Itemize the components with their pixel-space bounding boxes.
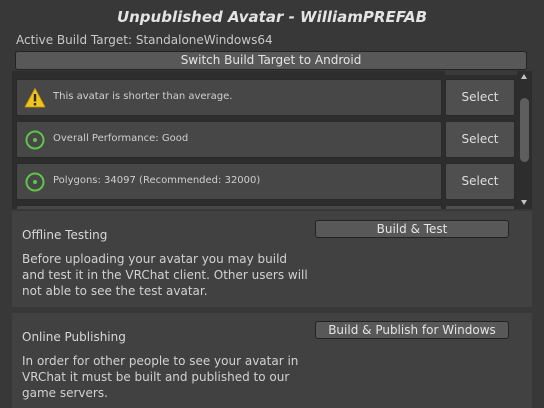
validation-message: Polygons: 34097 (Recommended: 32000): [53, 175, 261, 186]
validation-message: This avatar is shorter than average.: [53, 91, 233, 102]
select-button[interactable]: Select: [445, 163, 515, 200]
scroll-up-icon[interactable]: [521, 74, 527, 79]
select-button-partial[interactable]: [445, 205, 515, 209]
online-publishing-title: Online Publishing: [22, 330, 126, 344]
warning-icon: [24, 88, 46, 108]
select-button[interactable]: Select: [445, 121, 515, 158]
build-and-publish-button[interactable]: Build & Publish for Windows: [315, 321, 509, 339]
active-build-target: Active Build Target: StandaloneWindows64: [16, 33, 273, 47]
switch-build-target-button[interactable]: Switch Build Target to Android: [15, 51, 527, 70]
online-publishing-section: Online Publishing In order for other peo…: [12, 313, 532, 408]
select-button[interactable]: Select: [445, 79, 515, 116]
scrollbar[interactable]: [517, 71, 532, 209]
validation-row-performance: Overall Performance: Good: [16, 121, 442, 158]
offline-testing-section: Offline Testing Before uploading your av…: [12, 211, 532, 307]
scroll-thumb[interactable]: [520, 98, 529, 162]
scroll-down-icon[interactable]: [521, 200, 527, 205]
performance-good-icon: [25, 130, 45, 150]
offline-testing-description: Before uploading your avatar you may bui…: [22, 252, 308, 298]
performance-good-icon: [25, 172, 45, 192]
validation-row-polygons: Polygons: 34097 (Recommended: 32000): [16, 163, 442, 200]
validation-row-height: This avatar is shorter than average.: [16, 79, 442, 116]
build-and-test-button[interactable]: Build & Test: [315, 220, 509, 238]
validation-message: Overall Performance: Good: [53, 133, 189, 144]
page-title: Unpublished Avatar - WilliamPREFAB: [116, 8, 428, 26]
validation-list[interactable]: This avatar is shorter than average. Sel…: [12, 71, 532, 209]
validation-row-partial: [16, 205, 442, 209]
online-publishing-description: In order for other people to see your av…: [22, 354, 299, 400]
offline-testing-title: Offline Testing: [22, 228, 108, 242]
